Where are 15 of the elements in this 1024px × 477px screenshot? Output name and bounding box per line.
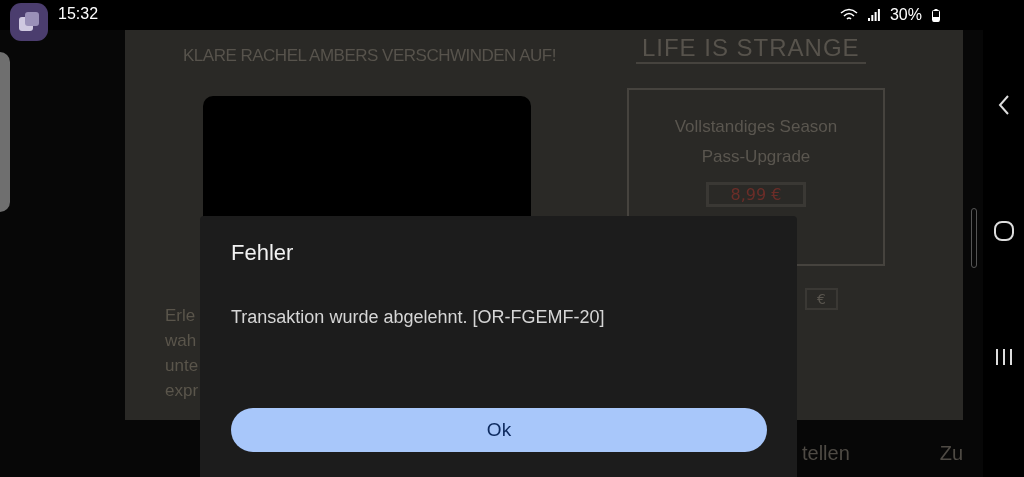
ok-button[interactable]: Ok <box>231 408 767 452</box>
price-button[interactable]: € <box>805 288 838 310</box>
wifi-icon <box>839 8 858 22</box>
dialog-title: Fehler <box>231 240 295 266</box>
app-icon[interactable] <box>10 3 48 41</box>
clock-time: 15:32 <box>58 5 99 23</box>
scroll-handle[interactable] <box>971 208 978 268</box>
battery-icon <box>932 8 940 22</box>
signal-icon <box>867 9 880 21</box>
menu-label[interactable]: Zu <box>939 442 964 465</box>
price-button[interactable]: 8,99 € <box>705 182 807 207</box>
edge-panel-handle[interactable] <box>0 52 10 212</box>
battery-percentage: 30% <box>889 6 922 24</box>
dialog-message: Transaktion wurde abgelehnt. [OR-FGEMF-20] <box>231 307 606 328</box>
menu-label[interactable]: tellen <box>802 442 850 465</box>
